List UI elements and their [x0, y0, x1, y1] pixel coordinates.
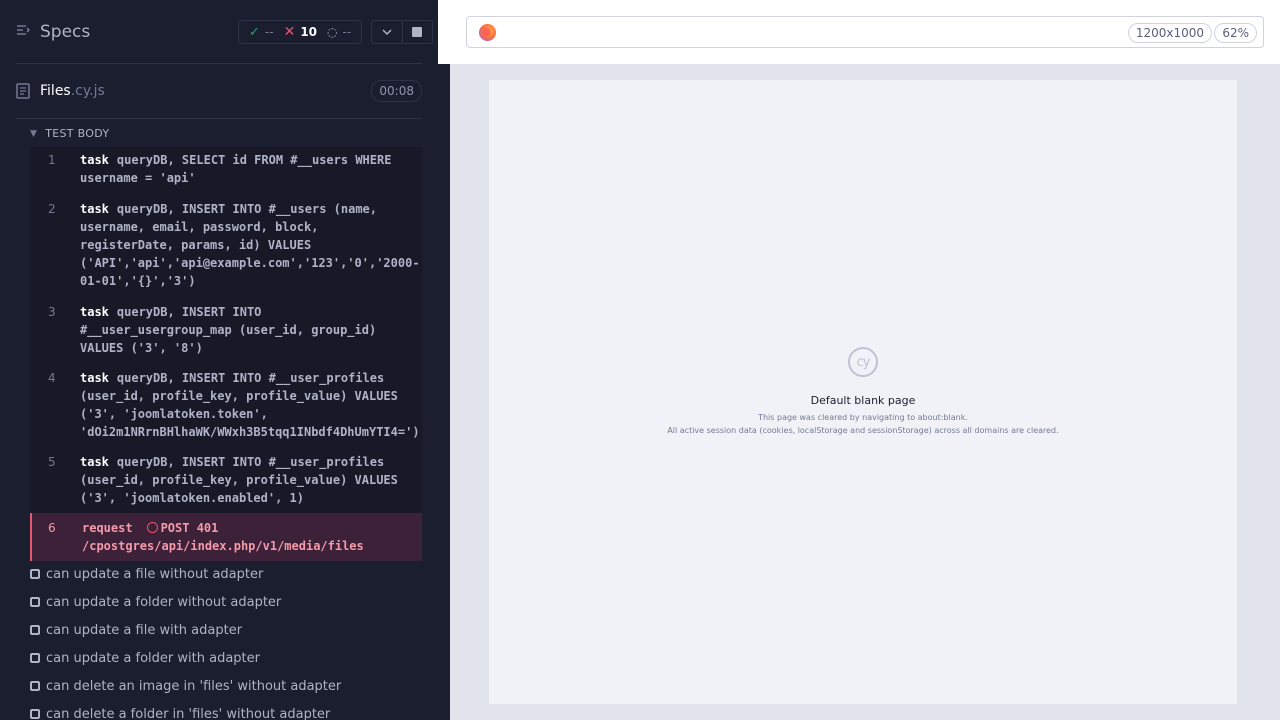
test-item[interactable]: can update a folder with adapter: [30, 644, 430, 672]
stop-icon: [412, 27, 423, 37]
specs-title[interactable]: Specs: [40, 22, 90, 42]
command-row[interactable]: 5 task queryDB, INSERT INTO #__user_profi…: [30, 445, 422, 513]
test-item[interactable]: can delete an image in 'files' without a…: [30, 672, 430, 700]
spec-duration: 00:08: [371, 80, 422, 102]
test-status-icon: [30, 569, 40, 579]
command-row[interactable]: 2 task queryDB, INSERT INTO #__users (nam…: [30, 191, 422, 295]
blank-page-title: Default blank page: [810, 394, 916, 407]
collapse-button[interactable]: [372, 21, 402, 43]
test-stats: ✓ -- ✕ 10 ◌ --: [238, 20, 362, 44]
reporter-panel: Specs ✓ -- ✕ 10 ◌ -- Files.cy.js 00:08 ▼…: [0, 0, 438, 720]
zoom-badge: 62%: [1214, 23, 1257, 43]
blank-page-description: This page was cleared by navigating to a…: [758, 413, 968, 422]
test-item[interactable]: can update a file with adapter: [30, 616, 430, 644]
failed-stat: ✕ 10: [283, 24, 318, 40]
aut-iframe[interactable]: cy Default blank page This page was clea…: [489, 80, 1237, 704]
test-item[interactable]: can delete a folder in 'files' without a…: [30, 700, 430, 720]
aut-header: 1200x1000 62%: [450, 0, 1280, 64]
test-status-icon: [30, 597, 40, 607]
pending-stat: ◌ --: [327, 25, 352, 39]
command-row-failed[interactable]: 6 request POST 401 /cpostgres/api/index.p…: [30, 513, 422, 561]
command-log: 1 task queryDB, SELECT id FROM #__users W…: [30, 147, 422, 561]
chevron-down-icon: ▼: [30, 128, 38, 139]
app-under-test-panel: 1200x1000 62% cy Default blank page This…: [450, 0, 1280, 720]
test-item[interactable]: can update a file without adapter: [30, 560, 430, 588]
document-icon: [16, 83, 30, 103]
viewport-size-badge[interactable]: 1200x1000: [1127, 23, 1212, 43]
spec-file-name[interactable]: Files.cy.js: [40, 83, 105, 99]
command-row[interactable]: 4 task queryDB, INSERT INTO #__user_profi…: [30, 361, 422, 445]
chevron-down-icon: [382, 29, 392, 36]
spec-file-bar: Files.cy.js 00:08: [16, 65, 422, 119]
test-list: can update a file without adapter can up…: [30, 560, 430, 720]
test-status-icon: [30, 709, 40, 719]
test-body-header[interactable]: ▼ TEST BODY: [30, 127, 109, 140]
url-bar[interactable]: 1200x1000 62%: [466, 16, 1264, 48]
test-item[interactable]: can update a folder without adapter: [30, 588, 430, 616]
command-row[interactable]: 1 task queryDB, SELECT id FROM #__users W…: [30, 147, 422, 191]
reporter-header: Specs ✓ -- ✕ 10 ◌ --: [16, 0, 433, 64]
specs-list-toggle-icon[interactable]: [16, 22, 36, 42]
run-controls: [371, 20, 433, 44]
firefox-icon[interactable]: [479, 24, 496, 41]
failed-request-icon: [146, 522, 158, 533]
panel-resize-handle[interactable]: [438, 64, 450, 720]
test-status-icon: [30, 625, 40, 635]
passed-stat: ✓ --: [249, 24, 274, 40]
test-status-icon: [30, 653, 40, 663]
cypress-logo-icon: cy: [848, 347, 878, 377]
pending-circle-icon: ◌: [327, 25, 338, 39]
blank-page-description: All active session data (cookies, localS…: [667, 426, 1059, 435]
test-status-icon: [30, 681, 40, 691]
x-icon: ✕: [283, 24, 296, 40]
check-icon: ✓: [249, 24, 260, 40]
command-row[interactable]: 3 task queryDB, INSERT INTO #__user_userg…: [30, 295, 422, 361]
stop-button[interactable]: [401, 21, 432, 43]
